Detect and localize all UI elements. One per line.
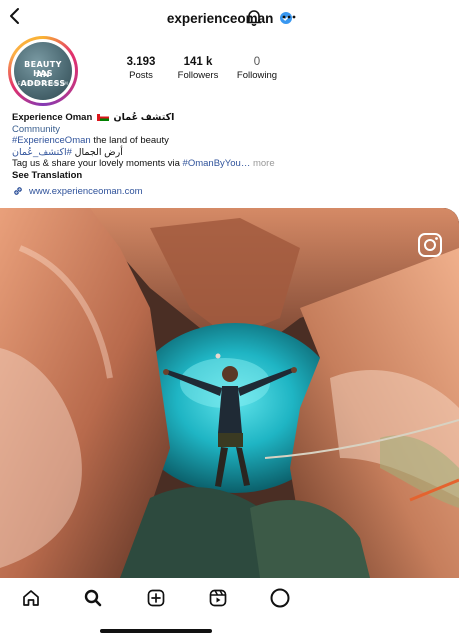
bio-more-button[interactable]: more xyxy=(250,158,275,169)
avatar-border: BEAUTY HAS AN ADDRESS EXPERIENCEOMAN.OM xyxy=(11,39,75,103)
bio-arabic-text: أرض الجمال xyxy=(71,146,123,158)
create-icon[interactable] xyxy=(146,588,166,608)
avatar-image: BEAUTY HAS AN ADDRESS EXPERIENCEOMAN.OM xyxy=(14,42,72,100)
home-indicator xyxy=(100,629,212,633)
bio-ugc-line: Tag us & share your lovely moments via #… xyxy=(12,158,452,170)
bio-arabic-line: أرض الجمال #اكتشف_عُمان xyxy=(12,147,452,159)
featured-post-image[interactable] xyxy=(0,208,459,578)
link-icon xyxy=(14,187,22,195)
display-name-arabic: اكتشف عُمان xyxy=(113,112,175,123)
hashtag-link[interactable]: #ExperienceOman xyxy=(12,135,91,146)
website-link[interactable]: www.experienceoman.com xyxy=(12,185,143,197)
ugc-hashtag-link[interactable]: #OmanByYou… xyxy=(183,158,251,169)
profile-bio: Experience Oman اكتشف عُمان Community #E… xyxy=(12,112,452,182)
avatar-text-line3: EXPERIENCEOMAN.OM xyxy=(17,81,69,86)
top-bar: experienceoman xyxy=(0,0,459,36)
profile-category: Community xyxy=(12,123,61,135)
reels-icon[interactable] xyxy=(208,588,228,608)
bio-name-line: Experience Oman اكتشف عُمان xyxy=(12,112,452,124)
canyon-scene xyxy=(0,208,459,578)
website-url: www.experienceoman.com xyxy=(29,185,143,197)
oman-flag-icon xyxy=(96,113,109,121)
home-icon[interactable] xyxy=(21,588,41,608)
more-horizontal-icon[interactable] xyxy=(282,8,296,26)
display-name: Experience Oman xyxy=(12,112,93,123)
stat-following[interactable]: 0 Following xyxy=(222,56,292,81)
following-count: 0 xyxy=(253,56,261,68)
profile-avatar[interactable]: BEAUTY HAS AN ADDRESS EXPERIENCEOMAN.OM xyxy=(8,36,78,106)
arabic-hashtag-link[interactable]: #اكتشف_عُمان xyxy=(12,147,72,158)
bio-ugc-text: Tag us & share your lovely moments via xyxy=(12,158,183,170)
bio-text: the land of beauty xyxy=(90,135,169,147)
profile-icon[interactable] xyxy=(270,588,290,608)
bell-icon[interactable] xyxy=(245,8,263,26)
following-label: Following xyxy=(236,70,278,81)
bottom-tab-bar xyxy=(0,578,459,618)
see-translation-button[interactable]: See Translation xyxy=(12,170,452,182)
search-icon[interactable] xyxy=(83,588,103,608)
bio-hashtag-line: #ExperienceOman the land of beauty xyxy=(12,135,452,147)
instagram-camera-icon xyxy=(418,233,442,257)
profile-handle: experienceoman xyxy=(0,10,459,26)
